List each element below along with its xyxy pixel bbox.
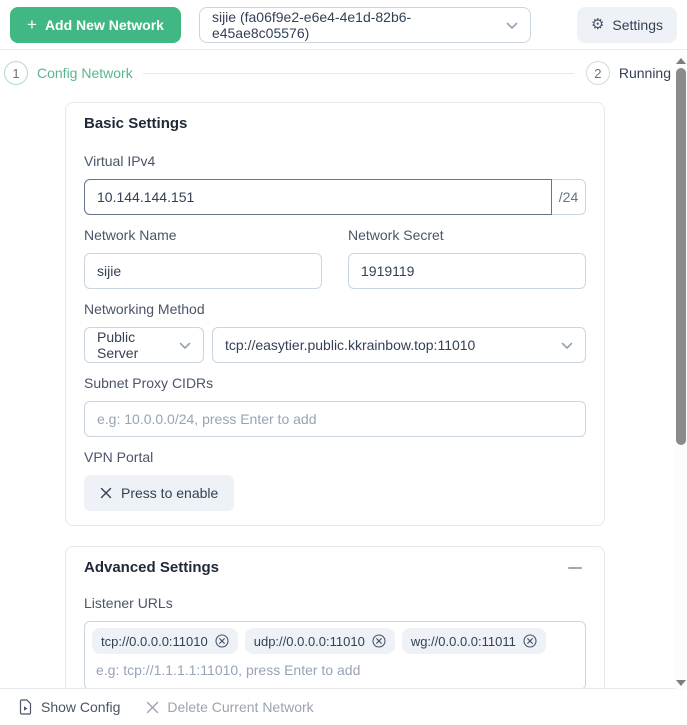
step-1-circle[interactable]: 1 [4,61,28,85]
step-2-number: 2 [594,65,602,81]
collapse-minus-icon[interactable] [568,567,582,569]
network-secret-input[interactable] [348,253,586,289]
basic-settings-card: Basic Settings Virtual IPv4 /24 Network … [65,102,605,526]
scroll-up-arrow-icon[interactable] [676,58,686,64]
listener-urls-label: Listener URLs [84,595,173,611]
networking-method-label: Networking Method [84,301,205,317]
listener-chip-label: wg://0.0.0.0:11011 [410,633,516,649]
advanced-settings-title: Advanced Settings [84,559,220,576]
step-1-number: 1 [12,65,20,81]
file-play-icon [18,699,33,715]
virtual-ipv4-label: Virtual IPv4 [84,153,156,169]
listener-chip: tcp://0.0.0.0:11010 [92,628,238,654]
scroll-down-arrow-icon[interactable] [676,680,686,686]
show-config-button[interactable]: Show Config [18,699,120,715]
easytier-config-app: + Add New Network sijie (fa06f9e2-e6e4-4… [0,0,687,725]
public-server-url-select[interactable]: tcp://easytier.public.kkrainbow.top:1101… [212,327,586,363]
network-name-input[interactable] [84,253,322,289]
header: + Add New Network sijie (fa06f9e2-e6e4-4… [0,0,687,50]
chevron-down-icon [506,17,518,33]
name-secret-row: Network Name Network Secret [84,227,586,289]
step-1-label[interactable]: Config Network [37,65,133,81]
plus-icon: + [27,15,37,34]
network-select[interactable]: sijie (fa06f9e2-e6e4-4e1d-82b6-e45ae8c05… [198,6,531,43]
subnet-proxy-label: Subnet Proxy CIDRs [84,375,214,391]
chevron-down-icon [179,337,191,353]
footer-toolbar: Show Config Delete Current Network [0,688,687,725]
listener-chip: udp://0.0.0.0:11010 [244,628,395,654]
vpn-portal-field: VPN Portal Press to enable [84,449,586,511]
network-secret-label: Network Secret [348,227,444,243]
delete-current-network-label: Delete Current Network [167,699,314,715]
listener-chip-label: tcp://0.0.0.0:11010 [101,633,208,649]
subnet-proxy-input[interactable] [84,401,586,437]
add-new-network-label: Add New Network [44,16,164,33]
chevron-down-icon [561,337,573,353]
x-icon [146,701,159,714]
networking-method-value: Public Server [97,329,139,361]
networking-method-select[interactable]: Public Server [84,327,204,363]
listener-chip-label: udp://0.0.0.0:11010 [253,633,365,649]
remove-listener-icon[interactable] [372,634,386,648]
gear-icon: ⚙ [590,15,605,33]
scrollbar-thumb[interactable] [676,68,686,445]
listener-urls-input-box[interactable]: tcp://0.0.0.0:11010 udp://0.0.0.0:11010 … [84,621,586,690]
stepper-connector-line [142,72,574,74]
delete-current-network-button[interactable]: Delete Current Network [146,699,314,715]
subnet-proxy-field: Subnet Proxy CIDRs [84,375,586,437]
add-new-network-button[interactable]: + Add New Network [10,6,181,43]
remove-listener-icon[interactable] [523,634,537,648]
network-select-value: sijie (fa06f9e2-e6e4-4e1d-82b6-e45ae8c05… [211,8,412,41]
show-config-label: Show Config [41,699,121,715]
networking-method-field: Networking Method Public Server tcp://ea… [84,301,586,363]
public-server-url-value: tcp://easytier.public.kkrainbow.top:1101… [225,337,476,353]
vpn-portal-enable-label: Press to enable [121,485,219,501]
vertical-scrollbar[interactable] [675,55,687,690]
virtual-ipv4-input[interactable] [84,179,552,215]
x-icon [100,487,112,499]
settings-button[interactable]: ⚙ Settings [576,6,677,43]
network-name-label: Network Name [84,227,177,243]
settings-label: Settings [612,16,663,33]
step-2-label[interactable]: Running [619,65,671,81]
stepper: 1 Config Network 2 Running [0,50,687,96]
basic-settings-title: Basic Settings [84,115,188,132]
vpn-portal-enable-button[interactable]: Press to enable [84,475,235,511]
listener-url-input[interactable] [92,657,578,683]
ipv4-prefix-length: /24 [552,179,586,215]
vpn-portal-label: VPN Portal [84,449,154,465]
main-content: Basic Settings Virtual IPv4 /24 Network … [0,96,687,705]
virtual-ipv4-field: Virtual IPv4 /24 [84,153,586,215]
listener-chip: wg://0.0.0.0:11011 [401,628,546,654]
advanced-settings-card: Advanced Settings Listener URLs tcp://0.… [65,546,605,705]
step-2-circle[interactable]: 2 [585,61,610,85]
remove-listener-icon[interactable] [215,634,229,648]
